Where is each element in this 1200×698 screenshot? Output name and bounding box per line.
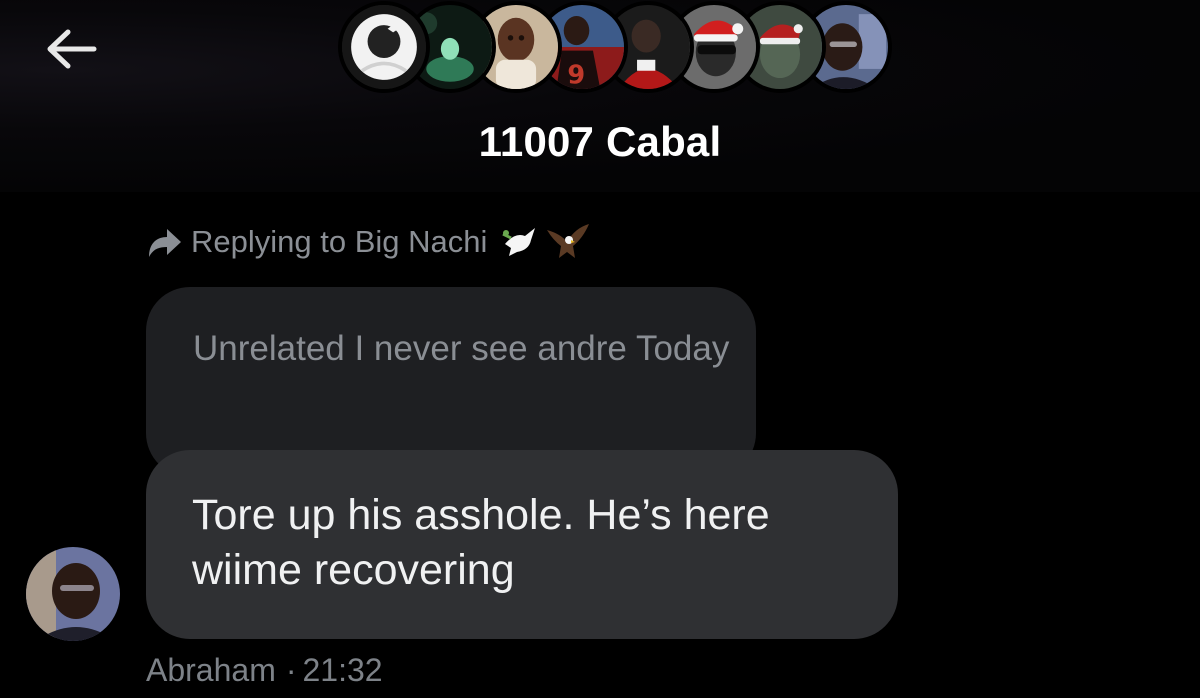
group-participant-avatars[interactable]: 9 [338,0,892,96]
quoted-message-text: Unrelated I never see andre Today [193,329,730,368]
participant-avatar-1[interactable] [338,1,430,93]
sender-name[interactable]: Abraham [146,652,276,689]
quoted-message-bubble[interactable]: Unrelated I never see andre Today [146,287,756,477]
group-title[interactable]: 11007 Cabal [0,118,1200,166]
arrow-left-icon [47,29,97,69]
message-bubble[interactable]: Tore up his asshole. He’s here wiime rec… [146,450,898,639]
svg-text:9: 9 [567,61,585,89]
dm-conversation-screen: 9 11007 Cabal Replying to Big Nachi Unre… [0,0,1200,698]
meta-separator: · [285,651,297,688]
message-meta: Abraham · 21:32 [146,648,383,692]
message-text: Tore up his asshole. He’s here wiime rec… [192,491,770,594]
back-button[interactable] [38,25,102,73]
dove-icon [502,228,536,256]
name-emojis [501,222,591,262]
message-time: 21:32 [302,651,383,688]
replying-to-label: Replying to Big Nachi [191,224,488,259]
replying-to-indicator[interactable]: Replying to Big Nachi [145,222,591,262]
reply-arrow-icon [149,229,181,257]
sender-avatar[interactable] [26,547,120,641]
eagle-icon [547,224,590,258]
conversation-header: 9 11007 Cabal [0,0,1200,192]
